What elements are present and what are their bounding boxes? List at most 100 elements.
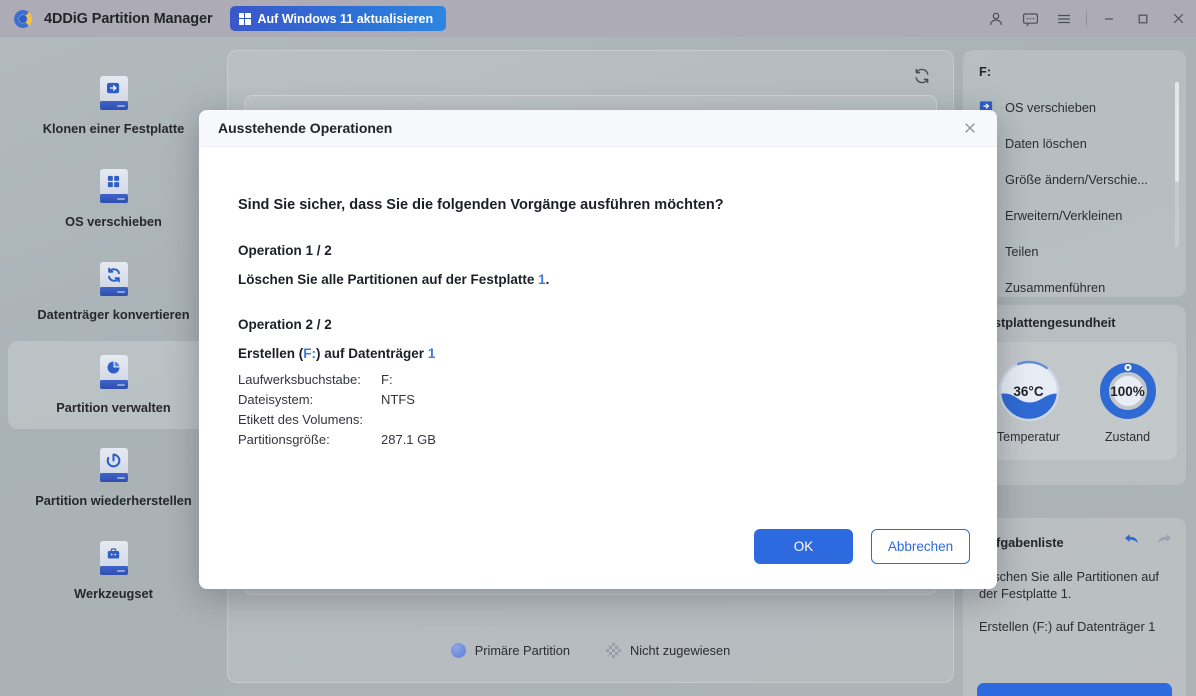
- close-icon[interactable]: [1160, 0, 1196, 37]
- sidebar-item-migrate-os[interactable]: OS verschieben: [8, 155, 219, 243]
- health-gauge: 100% Zustand: [1095, 358, 1161, 444]
- op1-text: Löschen Sie alle Partitionen auf der Fes…: [238, 272, 539, 287]
- clone-disk-icon: [97, 76, 131, 112]
- close-icon[interactable]: [959, 117, 981, 139]
- legend-item: Primäre Partition: [450, 643, 570, 658]
- operation-label: Erweitern/Verkleinen: [1005, 207, 1123, 223]
- dialog-footer: OK Abbrechen: [199, 503, 997, 589]
- detail-value: NTFS: [381, 391, 415, 407]
- scrollbar-thumb[interactable]: [1175, 82, 1179, 182]
- minimize-icon[interactable]: [1092, 0, 1126, 37]
- sidebar-item-convert-disk[interactable]: Datenträger konvertieren: [8, 248, 219, 336]
- dialog-title: Ausstehende Operationen: [218, 120, 393, 136]
- feedback-icon[interactable]: [1013, 0, 1047, 37]
- primary-partition-swatch-icon: [450, 643, 466, 658]
- dialog-question: Sind Sie sicher, dass Sie die folgenden …: [238, 197, 724, 213]
- sidebar-item-label: Klonen einer Festplatte: [42, 121, 185, 136]
- disk-health-title: Festplattengesundheit: [979, 315, 1116, 330]
- windows-logo-icon: [238, 12, 251, 25]
- sidebar-item-label: OS verschieben: [65, 214, 162, 229]
- op2-disk-number: 1: [427, 346, 436, 361]
- app-logo-icon: [12, 8, 34, 30]
- dialog-header: Ausstehende Operationen: [199, 110, 997, 147]
- detail-value: [381, 409, 436, 429]
- legend-item: Nicht zugewiesen: [606, 643, 730, 658]
- detail-key: Laufwerksbuchstabe:: [238, 371, 361, 387]
- health-gauge-icon: 100%: [1095, 358, 1161, 424]
- title-bar: 4DDiG Partition Manager Auf Windows 11 a…: [0, 0, 1196, 37]
- operation-resize-move[interactable]: Größe ändern/Verschie...: [979, 161, 1174, 197]
- ok-button[interactable]: OK: [754, 528, 853, 564]
- health-value: 100%: [1110, 383, 1145, 399]
- app-title: 4DDiG Partition Manager: [44, 10, 213, 27]
- sidebar-item-label: Partition verwalten: [56, 400, 171, 415]
- detail-key: Etikett des Volumens:: [238, 411, 364, 427]
- detail-value: F:: [381, 371, 393, 387]
- detail-key: Dateisystem:: [238, 391, 314, 407]
- dialog-body: Sind Sie sicher, dass Sie die folgenden …: [199, 147, 997, 449]
- unallocated-swatch-icon: [606, 643, 621, 658]
- divider: [1086, 10, 1087, 27]
- operation-label: Teilen: [1005, 243, 1039, 259]
- table-row: Dateisystem: NTFS: [238, 389, 436, 409]
- operation-label: OS verschieben: [1005, 99, 1097, 115]
- selected-volume-label: F:: [979, 64, 992, 79]
- sidebar-item-label: Partition wiederherstellen: [35, 493, 192, 508]
- undo-icon[interactable]: [1124, 532, 1141, 552]
- operations-scrollbar[interactable]: [1175, 82, 1179, 247]
- cancel-button[interactable]: Abbrechen: [871, 528, 970, 564]
- operation-merge[interactable]: Zusammenführen: [979, 269, 1174, 305]
- undo-redo-group: [1124, 532, 1172, 552]
- operation-2-description: Erstellen (F:) auf Datenträger 1: [238, 346, 958, 361]
- operation-move-os[interactable]: OS verschieben: [979, 89, 1174, 125]
- redo-icon[interactable]: [1155, 532, 1172, 552]
- sidebar-item-label: Datenträger konvertieren: [37, 307, 190, 322]
- operation-wipe-data[interactable]: Daten löschen: [979, 125, 1174, 161]
- health-caption: Zustand: [1104, 430, 1151, 444]
- migrate-os-icon: [97, 169, 131, 205]
- execute-tasks-button[interactable]: 2 Aufgabe(n) ausfü...: [977, 683, 1172, 696]
- partition-legend: Primäre Partition Nicht zugewiesen: [228, 643, 953, 658]
- operation-label: Größe ändern/Verschie...: [1005, 171, 1148, 187]
- operation-split[interactable]: Teilen: [979, 233, 1174, 269]
- upgrade-button-label: Auf Windows 11 aktualisieren: [257, 11, 434, 26]
- op2-drive-letter: F:: [303, 346, 317, 361]
- refresh-icon[interactable]: [913, 67, 931, 90]
- legend-label: Primäre Partition: [474, 643, 570, 658]
- application-window: 4DDiG Partition Manager Auf Windows 11 a…: [0, 0, 1196, 696]
- account-icon[interactable]: [979, 0, 1013, 37]
- table-row: Partitionsgröße: 287.1 GB: [238, 429, 436, 449]
- task-list-item: Erstellen (F:) auf Datenträger 1: [979, 619, 1156, 634]
- upgrade-to-windows11-button[interactable]: Auf Windows 11 aktualisieren: [229, 6, 447, 31]
- temperature-gauge-icon: 36°C: [996, 358, 1062, 424]
- detail-value: 287.1 GB: [381, 431, 436, 447]
- legend-label: Nicht zugewiesen: [630, 643, 731, 658]
- sidebar-item-recover-partition[interactable]: Partition wiederherstellen: [8, 434, 219, 522]
- maximize-icon[interactable]: [1126, 0, 1160, 37]
- table-row: Etikett des Volumens:: [238, 409, 436, 429]
- operation-extend-shrink[interactable]: Erweitern/Verkleinen: [979, 197, 1174, 233]
- task-list-item: Löschen Sie alle Partitionen auf der Fes…: [979, 569, 1159, 601]
- partition-details-table: Laufwerksbuchstabe: F: Dateisystem: NTFS…: [238, 369, 436, 449]
- sidebar: Klonen einer Festplatte OS verschieben D…: [0, 37, 227, 696]
- window-controls: [979, 0, 1196, 37]
- op2-text-pre: Erstellen (: [238, 346, 304, 361]
- sidebar-item-label: Werkzeugset: [74, 586, 153, 601]
- temperature-value: 36°C: [1013, 383, 1044, 399]
- task-list-header: Aufgabenliste: [979, 532, 1172, 552]
- manage-partition-icon: [97, 355, 131, 391]
- sidebar-item-clone-disk[interactable]: Klonen einer Festplatte: [8, 62, 219, 150]
- operation-label: Zusammenführen: [1005, 279, 1106, 295]
- convert-disk-icon: [97, 262, 131, 298]
- op1-disk-number: 1: [538, 272, 546, 287]
- operation-1-heading: Operation 1 / 2: [238, 243, 332, 258]
- temperature-gauge: 36°C Temperatur: [996, 358, 1062, 444]
- temperature-caption: Temperatur: [996, 430, 1061, 444]
- operation-label: Daten löschen: [1005, 135, 1087, 151]
- sidebar-item-toolkit[interactable]: Werkzeugset: [8, 527, 219, 615]
- toolkit-icon: [97, 541, 131, 577]
- pending-operations-dialog: Ausstehende Operationen Sind Sie sicher,…: [199, 110, 997, 589]
- table-row: Laufwerksbuchstabe: F:: [238, 369, 436, 389]
- menu-icon[interactable]: [1047, 0, 1081, 37]
- sidebar-item-manage-partition[interactable]: Partition verwalten: [8, 341, 219, 429]
